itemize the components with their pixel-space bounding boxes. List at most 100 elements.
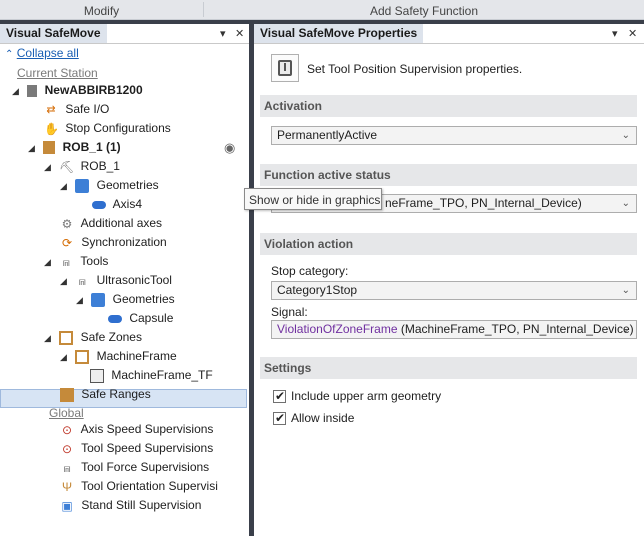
machine-frame-tf-label: MachineFrame_TF xyxy=(111,368,213,382)
allow-inside-label: Allow inside xyxy=(291,411,355,425)
stop-category-label: Stop category: xyxy=(271,264,349,278)
collapse-all-label: Collapse all xyxy=(16,46,79,60)
tree-node-safe-zones[interactable]: ◢ Safe Zones xyxy=(44,328,142,347)
stop-configurations-label: Stop Configurations xyxy=(65,121,171,135)
tree-node-station[interactable]: ◢ NewABBIRB1200 xyxy=(12,81,143,100)
zone-icon xyxy=(59,330,74,345)
tree-node-tool-speed[interactable]: ⊙ Tool Speed Supervisions xyxy=(60,439,213,458)
zone-icon xyxy=(75,349,90,364)
robot-arm-icon: ⛏ xyxy=(59,159,75,174)
chevron-down-icon: ⌄ xyxy=(621,285,630,296)
ribbon-group-modify[interactable]: Modify xyxy=(0,4,203,18)
station-icon xyxy=(27,84,38,97)
geometries-2-label: Geometries xyxy=(112,292,175,306)
tree-node-ultrasonic-tool[interactable]: ◢ ⩎ UltrasonicTool xyxy=(60,271,172,290)
tree-node-machine-frame[interactable]: ◢ MachineFrame xyxy=(60,347,177,366)
signal-label: Signal: xyxy=(271,305,308,319)
tree-node-additional-axes[interactable]: ⚙ Additional axes xyxy=(60,214,162,233)
tool-speed-label: Tool Speed Supervisions xyxy=(81,441,214,455)
chevron-down-icon: ⌄ xyxy=(621,130,630,141)
geometries-label: Geometries xyxy=(96,178,159,192)
tool-icon: ⩎ xyxy=(78,273,86,288)
tool-position-icon xyxy=(271,54,299,82)
activation-value: PermanentlyActive xyxy=(277,128,378,142)
expand-triangle-icon[interactable]: ◢ xyxy=(28,143,35,153)
tree-node-tool-force[interactable]: ⩎ Tool Force Supervisions xyxy=(60,458,210,477)
settings-section-header: Settings xyxy=(260,357,637,379)
tree-node-stop-configurations[interactable]: ✋ Stop Configurations xyxy=(44,119,171,138)
expand-triangle-icon[interactable]: ◢ xyxy=(60,352,67,362)
arrows-icon: ⇄ xyxy=(46,103,56,116)
tool-position-icon xyxy=(90,368,104,383)
tree-node-tool-orientation[interactable]: Ψ Tool Orientation Supervisi xyxy=(60,477,218,496)
capsule-icon xyxy=(92,200,106,209)
signal-dropdown[interactable]: ViolationOfZoneFrame (MachineFrame_TPO, … xyxy=(271,320,637,339)
close-icon[interactable]: ✕ xyxy=(628,27,637,40)
range-icon xyxy=(60,387,74,402)
expand-triangle-icon[interactable]: ◢ xyxy=(44,333,51,343)
tree-node-axis4[interactable]: Axis4 xyxy=(92,195,142,214)
tree-node-geometries-2[interactable]: ◢ Geometries xyxy=(76,290,175,309)
tree-node-axis-speed[interactable]: ⊙ Axis Speed Supervisions xyxy=(60,420,213,439)
axis4-label: Axis4 xyxy=(112,197,143,211)
include-upper-arm-label: Include upper arm geometry xyxy=(291,389,442,403)
panel-title: Visual SafeMove xyxy=(0,24,107,43)
station-label: NewABBIRB1200 xyxy=(44,83,143,97)
expand-triangle-icon[interactable]: ◢ xyxy=(60,181,67,191)
rob1-group-label: ROB_1 (1) xyxy=(62,140,121,154)
tree-node-machine-frame-tf[interactable]: MachineFrame_TF xyxy=(90,366,213,385)
include-upper-arm-checkbox[interactable]: ✔ xyxy=(273,389,286,403)
ribbon-group-add-safety-function[interactable]: Add Safety Function xyxy=(204,4,644,18)
properties-header-text: Set Tool Position Supervision properties… xyxy=(307,62,523,76)
tree-node-synchronization[interactable]: ⟳ Synchronization xyxy=(60,233,167,252)
eye-icon[interactable]: ◉ xyxy=(224,138,235,157)
capsule-icon xyxy=(108,314,122,323)
synchronization-label: Synchronization xyxy=(81,235,167,249)
expand-triangle-icon[interactable]: ◢ xyxy=(60,276,67,286)
expand-triangle-icon[interactable]: ◢ xyxy=(12,86,19,96)
expand-triangle-icon[interactable]: ◢ xyxy=(76,295,83,305)
tree-node-safe-io[interactable]: ⇄ Safe I/O xyxy=(44,100,109,119)
activation-section-header: Activation xyxy=(260,95,637,117)
speed-icon: ⊙ xyxy=(61,422,73,437)
activation-dropdown[interactable]: PermanentlyActive ⌄ xyxy=(271,126,637,145)
pin-icon[interactable]: ▾ xyxy=(220,27,226,40)
panel-title: Visual SafeMove Properties xyxy=(254,24,424,43)
allow-inside-checkbox[interactable]: ✔ xyxy=(273,411,286,425)
stand-still-label: Stand Still Supervision xyxy=(81,498,202,512)
violation-action-section-header: Violation action xyxy=(260,233,637,255)
tree-node-stand-still[interactable]: ▣ Stand Still Supervision xyxy=(60,496,201,515)
check-icon: ✔ xyxy=(275,389,286,403)
tree-node-capsule[interactable]: Capsule xyxy=(108,309,173,328)
signal-detail: (MachineFrame_TPO, PN_Internal_Device) xyxy=(400,322,634,336)
tree-node-geometries[interactable]: ◢ Geometries xyxy=(60,176,159,195)
pin-icon[interactable]: ▾ xyxy=(612,27,618,40)
tree-node-rob1[interactable]: ◢ ⛏ ROB_1 xyxy=(44,157,120,176)
tree-node-safe-ranges[interactable]: Safe Ranges xyxy=(60,385,151,404)
machine-frame-label: MachineFrame xyxy=(96,349,177,363)
safe-io-label: Safe I/O xyxy=(65,102,110,116)
tree-node-rob1-group[interactable]: ◢ ROB_1 (1) ◉ xyxy=(28,138,243,157)
additional-axes-label: Additional axes xyxy=(80,216,163,230)
rob1-label: ROB_1 xyxy=(80,159,120,173)
stop-category-value: Category1Stop xyxy=(277,283,358,297)
signal-name: ViolationOfZoneFrame xyxy=(277,322,398,336)
ribbon: Modify Add Safety Function xyxy=(0,0,644,20)
collapse-all-link[interactable]: ⌃ Collapse all xyxy=(5,44,79,63)
force-icon: ⩎ xyxy=(63,460,71,475)
geometries-icon xyxy=(91,292,106,307)
expand-triangle-icon[interactable]: ◢ xyxy=(44,257,51,267)
stop-category-dropdown[interactable]: Category1Stop ⌄ xyxy=(271,281,637,300)
panel-header: Visual SafeMove Properties ▾ ✕ xyxy=(254,24,644,44)
visual-safemove-panel: Visual SafeMove ▾ ✕ ⌃ Collapse all Curre… xyxy=(0,24,249,536)
function-active-status-section-header: Function active status xyxy=(260,164,637,186)
close-icon[interactable]: ✕ xyxy=(235,27,244,40)
speed-icon: ⊙ xyxy=(61,441,73,456)
tools-label: Tools xyxy=(80,254,109,268)
capsule-label: Capsule xyxy=(129,311,174,325)
tree-node-tools[interactable]: ◢ ⩎ Tools xyxy=(44,252,108,271)
stand-still-icon: ▣ xyxy=(61,498,73,513)
safe-ranges-label: Safe Ranges xyxy=(81,387,151,401)
orientation-icon: Ψ xyxy=(61,479,73,494)
expand-triangle-icon[interactable]: ◢ xyxy=(44,162,51,172)
